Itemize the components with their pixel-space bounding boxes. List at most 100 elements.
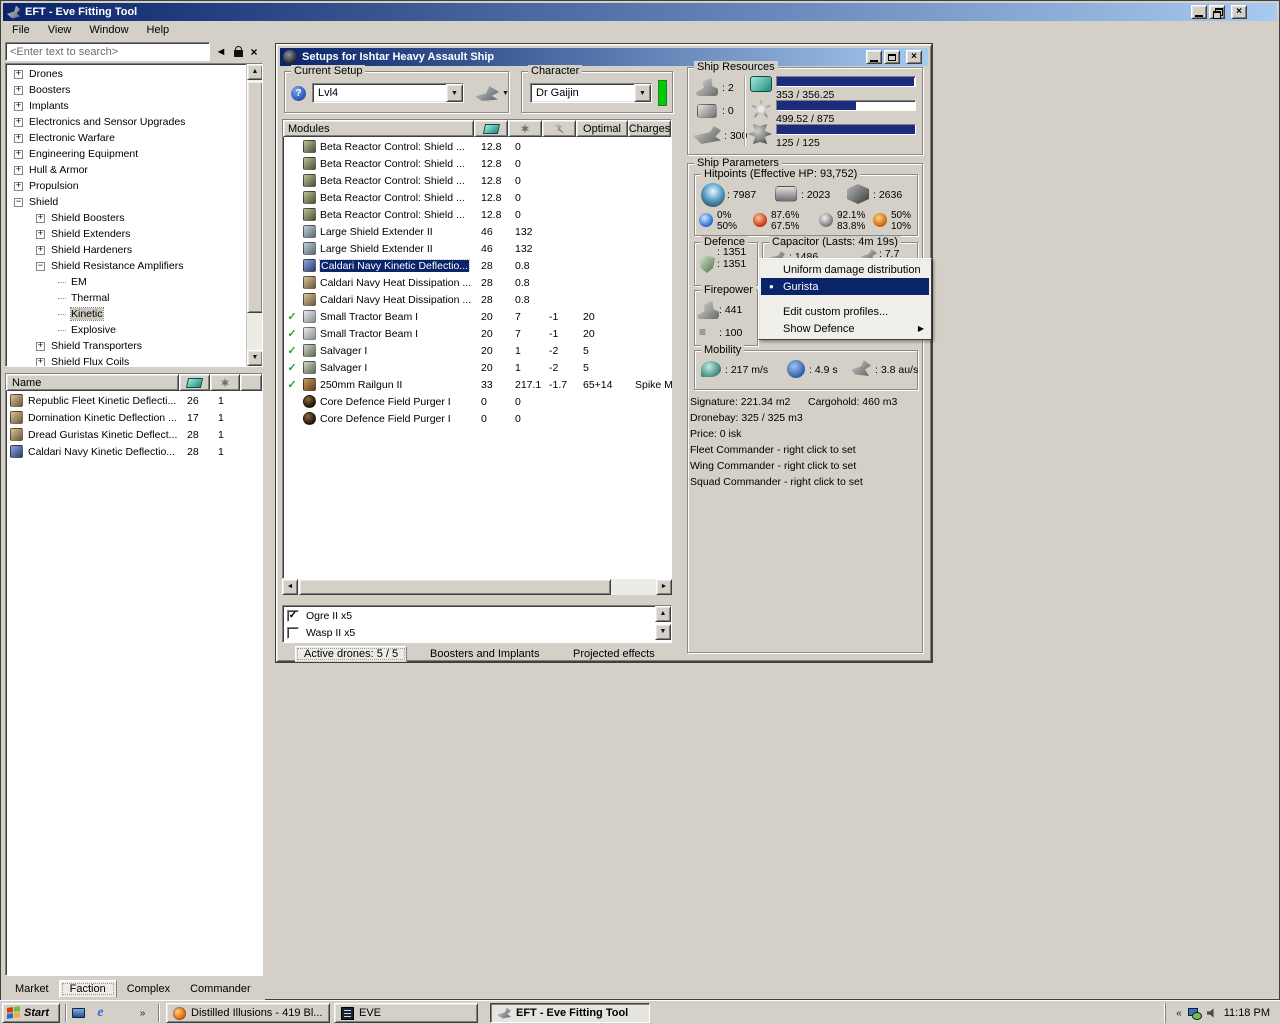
restore-button[interactable] [1209, 5, 1225, 19]
tree-item[interactable]: Kinetic [6, 306, 262, 322]
module-row[interactable]: Core Defence Field Purger I 0 0 [283, 410, 671, 427]
tree-scrollbar[interactable]: ▲ ▼ [246, 64, 262, 366]
close-button[interactable]: × [906, 50, 922, 64]
module-row[interactable]: Caldari Navy Heat Dissipation ... 28 0.8 [283, 291, 671, 308]
start-button[interactable]: Start [2, 1003, 60, 1023]
search-input[interactable] [5, 42, 210, 61]
module-name-label[interactable]: 250mm Railgun II [320, 379, 402, 391]
module-name-label[interactable]: Salvager I [320, 345, 367, 357]
tab-active-drones-5-5[interactable]: Active drones: 5 / 5 [295, 645, 408, 662]
menu-item-view[interactable]: View [39, 22, 81, 38]
menu-item-edit-custom-profiles-[interactable]: Edit custom profiles... [761, 303, 929, 320]
expand-icon[interactable]: + [14, 149, 23, 159]
tree-item[interactable]: + Boosters [6, 82, 262, 98]
tree-item-label[interactable]: Shield [29, 196, 58, 208]
taskbar-task-eft[interactable]: EFT - Eve Fitting Tool [490, 1003, 650, 1023]
tree-item-label[interactable]: Propulsion [29, 180, 79, 192]
tree-item[interactable]: + Shield Transporters [6, 338, 262, 354]
expand-icon[interactable]: + [36, 213, 45, 223]
module-name-label[interactable]: Beta Reactor Control: Shield ... [320, 158, 465, 170]
module-name-label[interactable]: Beta Reactor Control: Shield ... [320, 209, 465, 221]
checkbox-checked[interactable]: ✓ [287, 609, 299, 622]
column-header-capacitor[interactable] [542, 120, 576, 137]
history-back-button[interactable]: ◄ [213, 43, 229, 60]
table-row[interactable]: Republic Fleet Kinetic Deflecti... 26 1 [6, 392, 262, 409]
tree-item[interactable]: + Electronics and Sensor Upgrades [6, 114, 262, 130]
module-row[interactable]: ✓ Small Tractor Beam I 20 7 -1 20 [283, 308, 671, 325]
tab-market[interactable]: Market [5, 981, 59, 997]
expand-icon[interactable]: + [36, 229, 45, 239]
drone-row[interactable]: ✓ Ogre II x5 [283, 607, 653, 624]
module-name-label[interactable]: Small Tractor Beam I [320, 328, 418, 340]
module-name-label[interactable]: Beta Reactor Control: Shield ... [320, 175, 465, 187]
scroll-down-icon[interactable]: ▼ [247, 350, 262, 366]
column-header-powergrid[interactable]: ✶ [210, 374, 240, 391]
minimize-button[interactable] [1191, 5, 1207, 19]
tree-item[interactable]: EM [6, 274, 262, 290]
tree-item-label[interactable]: Drones [29, 68, 63, 80]
tree-item[interactable]: + Shield Hardeners [6, 242, 262, 258]
tab-commander[interactable]: Commander [180, 981, 261, 997]
tree-item-label[interactable]: Thermal [71, 292, 110, 304]
module-row[interactable]: ✓ 250mm Railgun II 33 217.1 -1.7 65+14 Spike M [283, 376, 673, 393]
tree-item[interactable]: + Engineering Equipment [6, 146, 262, 162]
module-row[interactable]: Core Defence Field Purger I 0 0 [283, 393, 671, 410]
column-header-optimal[interactable]: Optimal [576, 120, 628, 137]
module-row[interactable]: Large Shield Extender II 46 132 [283, 223, 671, 240]
tab-faction[interactable]: Faction [58, 980, 117, 998]
volume-icon[interactable] [1206, 1008, 1214, 1018]
module-row[interactable]: Large Shield Extender II 46 132 [283, 240, 671, 257]
scroll-up-icon[interactable]: ▲ [247, 64, 262, 80]
column-header-cpu[interactable] [474, 120, 508, 137]
tree-item[interactable]: Explosive [6, 322, 262, 338]
tree-item[interactable]: + Shield Extenders [6, 226, 262, 242]
module-row[interactable]: Beta Reactor Control: Shield ... 12.8 0 [283, 172, 671, 189]
module-name-label[interactable]: Salvager I [320, 362, 367, 374]
expand-icon[interactable]: + [14, 165, 23, 175]
tree-item-label[interactable]: Boosters [29, 84, 70, 96]
tree-item[interactable]: + Implants [6, 98, 262, 114]
tree-item[interactable]: Thermal [6, 290, 262, 306]
tree-item-label[interactable]: Shield Boosters [51, 212, 125, 224]
modules-hscrollbar[interactable]: ◄ ► [282, 579, 672, 595]
module-name-label[interactable]: Large Shield Extender II [320, 243, 433, 255]
close-button[interactable]: × [1231, 5, 1247, 19]
quick-launch-overflow-button[interactable]: » [134, 1005, 151, 1021]
taskbar-task-firefox[interactable]: Distilled Illusions - 419 Bl... [166, 1003, 330, 1023]
module-row[interactable]: ✓ Small Tractor Beam I 20 7 -1 20 [283, 325, 671, 342]
tree-item-label[interactable]: Implants [29, 100, 69, 112]
expand-icon[interactable]: + [14, 181, 23, 191]
tab-complex[interactable]: Complex [117, 981, 180, 997]
column-header-cpu[interactable] [179, 374, 210, 391]
clear-search-button[interactable]: × [246, 43, 262, 60]
expand-icon[interactable]: + [14, 69, 23, 79]
tree-item-label[interactable]: Shield Hardeners [51, 244, 132, 256]
expand-icon[interactable]: + [14, 133, 23, 143]
tree-item-label[interactable]: Engineering Equipment [29, 148, 138, 160]
expand-icon[interactable]: + [14, 117, 23, 127]
maximize-button[interactable] [884, 50, 900, 64]
menu-item-gurista[interactable]: ● Gurista [761, 278, 929, 295]
scrollbar-thumb[interactable] [299, 579, 611, 595]
module-name-label[interactable]: Beta Reactor Control: Shield ... [320, 192, 465, 204]
wing-commander-line[interactable]: Wing Commander - right click to set [690, 460, 856, 472]
tree-item[interactable]: − Shield [6, 194, 262, 210]
tree-item[interactable]: + Shield Flux Coils [6, 354, 262, 366]
module-row[interactable]: ✓ Salvager I 20 1 -2 5 [283, 359, 671, 376]
tree-item-label[interactable]: Shield Flux Coils [51, 356, 129, 366]
module-row[interactable]: Beta Reactor Control: Shield ... 12.8 0 [283, 206, 671, 223]
taskbar-task-eve[interactable]: EVE [334, 1003, 478, 1023]
tree-item[interactable]: + Drones [6, 66, 262, 82]
scroll-down-icon[interactable]: ▼ [655, 624, 671, 640]
tree-item-label[interactable]: Hull & Armor [29, 164, 88, 176]
menu-item-uniform-damage-distribution[interactable]: Uniform damage distribution [761, 261, 929, 278]
module-name-label[interactable]: Small Tractor Beam I [320, 311, 418, 323]
table-row[interactable]: Domination Kinetic Deflection ... 17 1 [6, 409, 262, 426]
module-row[interactable]: Caldari Navy Heat Dissipation ... 28 0.8 [283, 274, 671, 291]
checkbox-unchecked[interactable] [287, 626, 299, 639]
module-name-label[interactable]: Large Shield Extender II [320, 226, 433, 238]
module-row[interactable]: ✓ Salvager I 20 1 -2 5 [283, 342, 671, 359]
tab-projected-effects[interactable]: Projected effects [565, 647, 663, 661]
lock-button[interactable] [230, 43, 246, 60]
tree-item-label[interactable]: Shield Transporters [51, 340, 142, 352]
